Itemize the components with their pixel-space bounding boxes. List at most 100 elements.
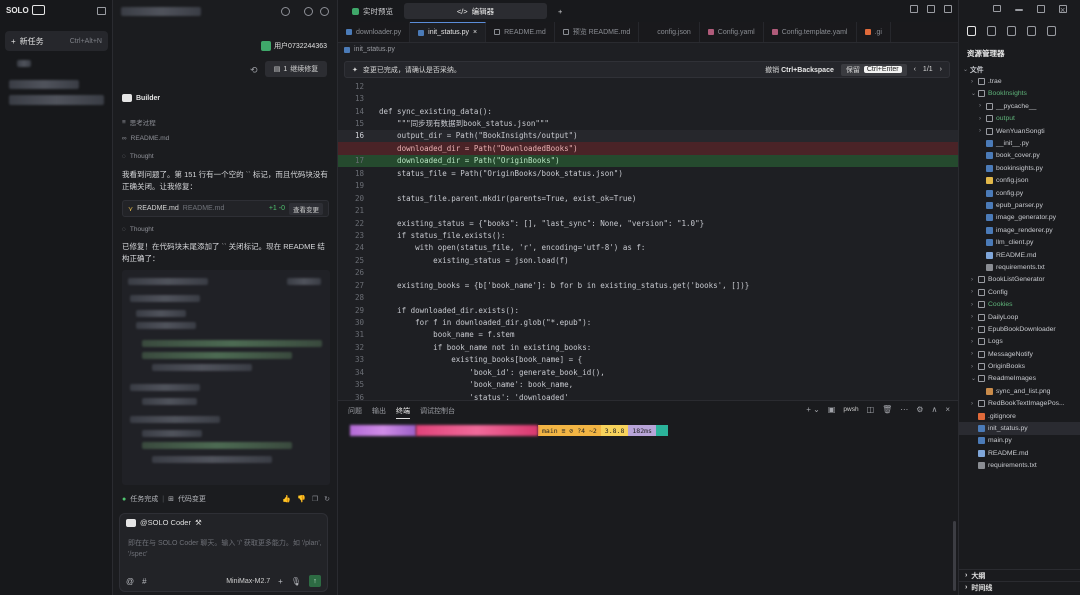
code-line[interactable]: 18 status_file = Path("OriginBooks/book_… [338, 167, 958, 179]
tree-folder[interactable]: ⌄ BookInsights [959, 88, 1080, 100]
panel-icon[interactable] [944, 5, 952, 13]
tree-folder[interactable]: › RedBookTextImagePos... [959, 398, 1080, 410]
tree-file[interactable]: config.py [959, 187, 1080, 199]
code-line[interactable]: downloaded_dir = Path("DownloadedBooks") [338, 142, 958, 155]
minimize-icon[interactable] [1015, 9, 1023, 11]
code-line[interactable]: 16 output_dir = Path("BookInsights/outpu… [338, 129, 958, 143]
terminal-scrollbar[interactable] [953, 521, 956, 591]
file-tab[interactable]: README.md [486, 22, 555, 42]
code-line[interactable]: 17 downloaded_dir = Path("OriginBooks") [338, 154, 958, 168]
tree-file[interactable]: __init__.py [959, 137, 1080, 149]
readme-reference[interactable]: ∞ README.md [122, 135, 169, 142]
code-line[interactable]: 13 [338, 92, 958, 104]
split-terminal-icon[interactable]: ◫ [867, 405, 875, 414]
shell-name[interactable]: pwsh [843, 406, 858, 413]
tree-file[interactable]: README.md [959, 447, 1080, 459]
tree-file[interactable]: epub_parser.py [959, 199, 1080, 211]
tree-folder[interactable]: › output [959, 113, 1080, 125]
code-line[interactable]: 14 def sync_existing_data(): [338, 105, 958, 117]
agent-chip[interactable]: @SOLO Coder ⚒ [126, 518, 202, 527]
trash-icon[interactable]: 🗑 [882, 405, 892, 414]
history-item-redacted[interactable] [9, 95, 104, 105]
code-line[interactable]: 29 if downloaded_dir.exists(): [338, 304, 958, 316]
timeline-section[interactable]: › 时间线 [959, 581, 1080, 593]
history-item-redacted[interactable] [9, 80, 79, 89]
add-icon[interactable]: + [278, 577, 283, 586]
tab-problems[interactable]: 问题 [348, 406, 362, 419]
tree-folder[interactable]: › Config [959, 286, 1080, 298]
settings-icon[interactable]: ⚙ [916, 405, 923, 414]
code-line[interactable]: 26 [338, 267, 958, 279]
file-tab[interactable]: 预览 README.md [555, 22, 640, 42]
thought-toggle-2[interactable]: ◌ Thought [122, 226, 154, 233]
history-item-redacted[interactable] [17, 60, 31, 67]
code-line[interactable]: 20 status_file.parent.mkdir(parents=True… [338, 192, 958, 204]
tree-file[interactable]: main.py [959, 435, 1080, 447]
split-icon[interactable] [927, 5, 935, 13]
code-line[interactable]: 32 if book_name not in existing_books: [338, 341, 958, 353]
maximize-icon[interactable] [1037, 5, 1045, 13]
next-change-icon[interactable]: › [940, 66, 942, 73]
search-icon[interactable] [987, 26, 996, 36]
code-line[interactable]: 19 [338, 180, 958, 192]
sidebar-toggle-icon[interactable] [97, 7, 106, 15]
code-line[interactable]: 31 book_name = f.stem [338, 329, 958, 341]
close-icon[interactable]: × [1059, 5, 1067, 15]
send-button[interactable]: ↑ [309, 575, 321, 587]
continue-edit-button[interactable]: ▤ 1 继续修复 [265, 61, 327, 77]
tree-file[interactable]: init_status.py [959, 422, 1080, 435]
tree-file[interactable]: image_renderer.py [959, 224, 1080, 236]
code-line[interactable]: 24 with open(status_file, 'r', encoding=… [338, 242, 958, 254]
code-line[interactable]: 30 for f in downloaded_dir.glob("*.epub"… [338, 316, 958, 328]
tab-editor[interactable]: </> 编辑器 [404, 3, 547, 19]
tree-folder[interactable]: › __pycache__ [959, 100, 1080, 112]
reject-button[interactable]: 撤销 Ctrl+Backspace [765, 65, 834, 75]
undo-icon[interactable]: ⟲ [250, 65, 258, 76]
tab-output[interactable]: 输出 [372, 406, 386, 419]
code-line[interactable]: 12 [338, 80, 958, 92]
think-process-toggle[interactable]: ≡ 思考过程 [122, 117, 156, 128]
close-panel-icon[interactable]: × [945, 405, 950, 414]
file-change-card[interactable]: ⋎ README.md README.md +1 -0 查看变更 [122, 200, 329, 217]
file-tab[interactable]: config.json [639, 22, 700, 42]
tree-file[interactable]: bookinsights.py [959, 162, 1080, 174]
tree-folder[interactable]: › BookListGenerator [959, 274, 1080, 286]
thumbs-down-icon[interactable]: 👎 [297, 495, 306, 503]
tree-folder[interactable]: › WenYuanSongti [959, 125, 1080, 137]
settings-icon[interactable] [304, 7, 313, 16]
tab-terminal[interactable]: 终端 [396, 406, 410, 419]
code-line[interactable]: 34 'book_id': generate_book_id(), [338, 366, 958, 378]
file-tab-active[interactable]: init_status.py × [410, 22, 487, 42]
chat-input-placeholder[interactable]: 即在在与 SOLO Coder 聊天。输入 '/' 获取更多能力。如 '/pla… [128, 538, 323, 560]
code-line[interactable]: 22 existing_status = {"books": [], "last… [338, 217, 958, 229]
tree-file[interactable]: sync_and_list.png [959, 385, 1080, 397]
tree-file[interactable]: config.json [959, 175, 1080, 187]
file-tab[interactable]: downloader.py [338, 22, 411, 42]
tree-folder[interactable]: › OriginBooks [959, 360, 1080, 372]
tree-folder[interactable]: › Logs [959, 336, 1080, 348]
outline-section[interactable]: › 大纲 [959, 569, 1080, 581]
tree-folder[interactable]: › DailyLoop [959, 311, 1080, 323]
model-selector[interactable]: MiniMax-M2.7 [226, 578, 270, 585]
tree-folder[interactable]: › Cookies [959, 298, 1080, 310]
code-line[interactable]: 33 existing_books[book_name] = { [338, 354, 958, 366]
layout-icon[interactable] [910, 5, 918, 13]
code-line[interactable]: 25 existing_status = json.load(f) [338, 254, 958, 266]
code-line[interactable]: 36 'status': 'downloaded' [338, 391, 958, 400]
source-control-icon[interactable] [1007, 26, 1016, 36]
code-line[interactable]: 15 """同步现有数据到book_status.json""" [338, 117, 958, 129]
tab-debug-console[interactable]: 调试控制台 [420, 406, 455, 419]
files-icon[interactable] [967, 26, 976, 36]
more-icon[interactable]: ⋯ [900, 405, 908, 414]
refresh-icon[interactable]: ↻ [324, 495, 330, 503]
chat-input-box[interactable]: @SOLO Coder ⚒ 即在在与 SOLO Coder 聊天。输入 '/' … [119, 513, 328, 592]
close-icon[interactable]: × [473, 29, 477, 36]
tree-file[interactable]: book_cover.py [959, 150, 1080, 162]
tree-file[interactable]: requirements.txt [959, 460, 1080, 472]
file-tab[interactable]: .gi [857, 22, 891, 42]
code-line[interactable]: 23 if status_file.exists(): [338, 229, 958, 241]
copy-icon[interactable]: ❐ [312, 495, 318, 503]
tree-folder[interactable]: ⌄ ReadmeImages [959, 373, 1080, 385]
history-icon[interactable] [281, 7, 290, 16]
extensions-icon[interactable] [1027, 26, 1036, 36]
